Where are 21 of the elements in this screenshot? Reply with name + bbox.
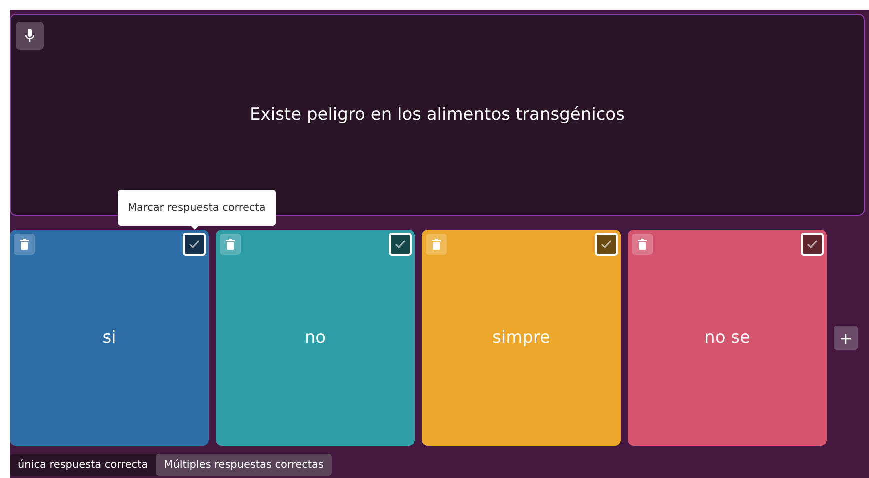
question-text: Existe peligro en los alimentos transgénicos [250,105,625,125]
trash-icon[interactable] [220,234,241,255]
mark-correct-button[interactable] [801,233,824,256]
answer-text: no se [704,328,750,348]
answer-text: si [102,328,116,348]
answer-text: simpre [492,328,550,348]
mode-toggle[interactable]: Múltiples respuestas correctas [156,454,332,476]
mark-correct-button[interactable] [389,233,412,256]
tooltip: Marcar respuesta correcta [118,190,276,226]
mode-toggle[interactable]: única respuesta correcta [10,454,156,476]
trash-icon[interactable] [14,234,35,255]
add-button[interactable]: + [834,326,858,350]
microphone-icon[interactable] [16,22,44,50]
trash-icon[interactable] [632,234,653,255]
check-icon [601,240,612,249]
check-icon [395,240,406,249]
check-icon [807,240,818,249]
mark-correct-button[interactable] [595,233,618,256]
check-icon [189,240,200,249]
answer-text: no [304,328,326,348]
mark-correct-button[interactable] [183,233,206,256]
